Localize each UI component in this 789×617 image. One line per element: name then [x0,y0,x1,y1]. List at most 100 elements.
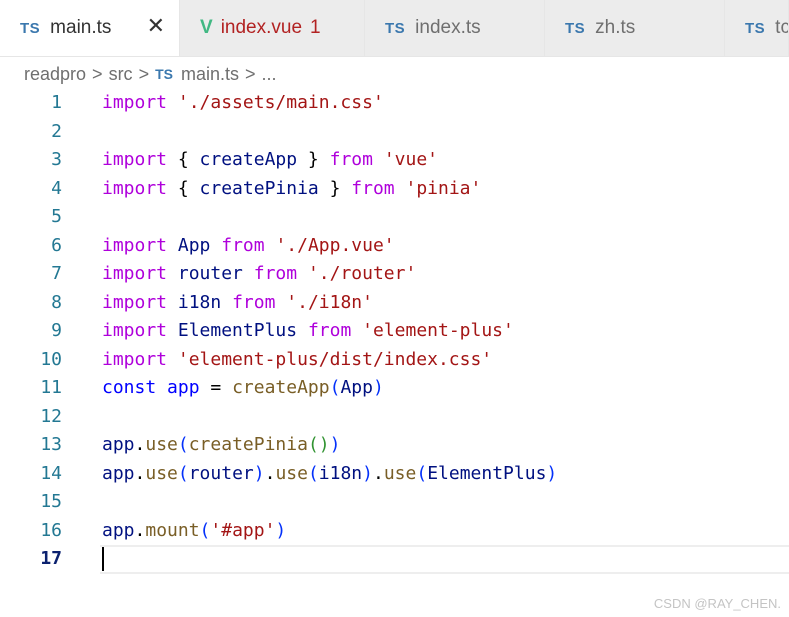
code-token: app [167,377,200,398]
code-line[interactable]: 12 [0,403,789,432]
code-editor[interactable]: 1 import './assets/main.css' 2 3 import { cr… [0,89,789,574]
line-number: 12 [40,405,62,427]
line-number: 3 [51,149,62,170]
line-number: 8 [51,291,62,313]
code-token: 'pinia' [405,177,482,199]
code-token: import [102,320,168,341]
code-token: use [145,434,178,455]
code-line[interactable]: 14 app.use(router).use(i18n).use(ElementP… [0,460,789,489]
code-token: ElementPlus [427,462,547,484]
code-token: } [318,177,352,199]
code-token: () [307,434,330,455]
line-number: 14 [40,462,62,484]
breadcrumb-item-file[interactable]: main.ts [181,64,239,85]
code-token: './router' [307,263,417,284]
close-icon[interactable]: ✕ [147,15,165,37]
tab-label: index.ts [415,17,481,38]
code-token: '#app' [210,519,276,541]
code-token: ( [177,462,189,484]
code-token: createPinia [199,177,319,199]
line-text: app.use(router).use(i18n).use(ElementPlu… [102,460,557,489]
code-token: use [275,462,308,484]
tab-main-ts[interactable]: TS main.ts ✕ [0,0,180,56]
code-token: i18n [318,462,363,484]
code-token: ) [253,462,265,484]
code-token: mount [145,519,200,541]
code-token: 'element-plus/dist/index.css' [177,348,493,370]
code-token: const [102,377,157,398]
code-token: './i18n' [286,291,373,313]
code-token: { [167,149,200,170]
code-line[interactable]: 4 import { createPinia } from 'pinia' [0,175,789,204]
code-token: . [134,462,146,484]
code-line[interactable]: 16 app.mount('#app') [0,517,789,546]
code-token: import [102,348,168,370]
code-token: . [373,462,384,484]
watermark: CSDN @RAY_CHEN. [653,596,781,611]
code-token: . [134,434,146,455]
code-line[interactable]: 7 import router from './router' [0,260,789,289]
code-token: import [102,177,168,199]
code-token: ( [329,377,341,398]
code-token: . [264,462,276,484]
breadcrumb-item-readpro[interactable]: readpro [24,64,86,85]
typescript-icon: TS [20,19,41,37]
code-line[interactable]: 2 [0,118,789,147]
code-token: import [102,234,168,256]
line-number: 16 [40,519,62,541]
code-line[interactable]: 10 import 'element-plus/dist/index.css' [0,346,789,375]
code-token: import [102,291,168,313]
code-line[interactable]: 6 import App from './App.vue' [0,232,789,261]
code-token: ( [177,434,189,455]
breadcrumb-item-src[interactable]: src [109,64,133,85]
line-text: const app = createApp(App) [102,374,384,403]
line-number: 2 [51,120,62,142]
code-token: ElementPlus [177,320,298,341]
editor-tab-bar: TS main.ts ✕ V index.vue 1 TS index.ts T… [0,0,789,57]
code-line[interactable]: 5 [0,203,789,232]
tab-index-ts[interactable]: TS index.ts [365,0,545,56]
line-number: 5 [51,206,62,227]
code-line[interactable]: 1 import './assets/main.css' [0,89,789,118]
code-token: router [177,263,243,284]
breadcrumb-item-symbols[interactable]: ... [262,64,277,85]
tab-label: main.ts [50,17,112,38]
tab-label: index.vue [220,17,303,38]
code-token: i18n [177,291,222,313]
code-line[interactable]: 15 [0,488,789,517]
typescript-icon: TS [745,19,766,37]
code-line[interactable]: 8 import i18n from './i18n' [0,289,789,318]
code-line[interactable]: 3 import { createApp } from 'vue' [0,146,789,175]
code-token: import [102,92,168,113]
line-text: import router from './router' [102,260,416,289]
tab-truncated[interactable]: TS tc [725,0,789,56]
line-number: 10 [40,348,62,370]
chevron-right-icon: > [92,63,103,84]
code-token: ( [416,462,428,484]
code-token: from [221,234,265,256]
line-number: 15 [40,491,62,512]
code-line[interactable]: 13 app.use(createPinia()) [0,431,789,460]
tab-zh-ts[interactable]: TS zh.ts [545,0,725,56]
line-text: import './assets/main.css' [102,89,384,118]
tab-label: zh.ts [595,17,636,38]
code-line[interactable]: 9 import ElementPlus from 'element-plus' [0,317,789,346]
code-token: App [177,234,211,256]
code-line[interactable]: 11 const app = createApp(App) [0,374,789,403]
code-line-current[interactable]: 17 [0,545,789,574]
tab-index-vue[interactable]: V index.vue 1 [180,0,365,56]
code-token: . [134,519,146,541]
code-token: = [199,377,233,398]
tab-label: tc [775,17,789,38]
